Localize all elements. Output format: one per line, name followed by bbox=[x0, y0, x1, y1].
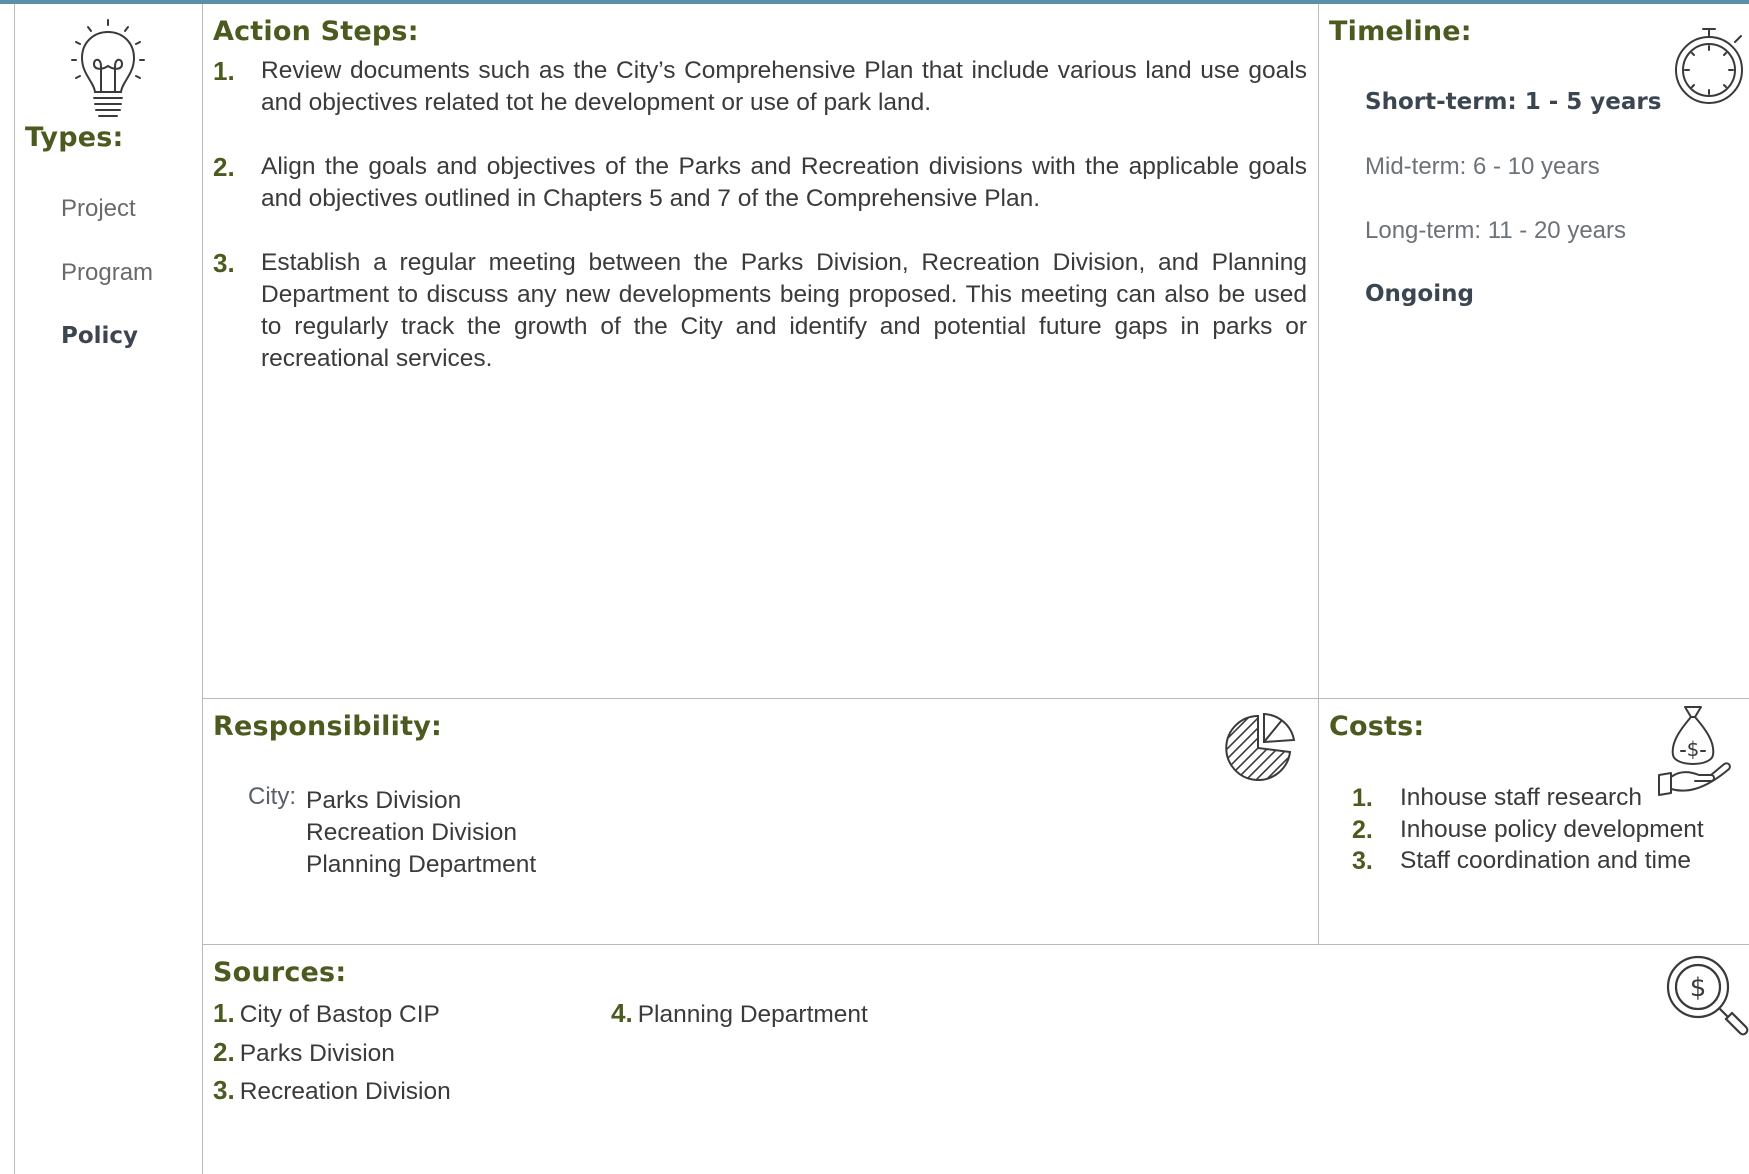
timeline-heading: Timeline: bbox=[1329, 16, 1472, 47]
type-project: Project bbox=[61, 195, 136, 222]
timeline-short-term: Short-term: 1 - 5 years bbox=[1365, 89, 1662, 115]
type-policy: Policy bbox=[61, 323, 139, 349]
source-item: 4. Planning Department bbox=[611, 998, 868, 1029]
source-text: City of Bastop CIP bbox=[239, 1001, 440, 1028]
costs-heading: Costs: bbox=[1329, 711, 1425, 742]
step-number: 3. bbox=[213, 248, 235, 278]
pie-chart-icon bbox=[1225, 712, 1296, 781]
sources-heading: Sources: bbox=[213, 957, 347, 988]
types-column-divider bbox=[202, 4, 203, 1174]
responsibility-city-label: City: bbox=[248, 783, 296, 810]
responsibility-item: Planning Department bbox=[306, 851, 537, 878]
cost-text: Inhouse staff research bbox=[1400, 784, 1642, 811]
source-text: Parks Division bbox=[239, 1040, 395, 1067]
action-steps-heading: Action Steps: bbox=[213, 16, 419, 47]
source-text: Planning Department bbox=[637, 1001, 868, 1028]
step-text: Align the goals and objectives of the Pa… bbox=[261, 153, 1307, 212]
search-dollar-icon: $ bbox=[1666, 955, 1749, 1036]
source-item: 1. City of Bastop CIP bbox=[213, 998, 440, 1029]
svg-text:$: $ bbox=[1690, 973, 1707, 1003]
responsibility-item: Recreation Division bbox=[306, 819, 518, 846]
svg-text:$: $ bbox=[1687, 737, 1700, 761]
top-accent-bar bbox=[0, 0, 1749, 4]
timeline-mid-term: Mid-term: 6 - 10 years bbox=[1365, 153, 1600, 180]
source-text: Recreation Division bbox=[239, 1078, 451, 1105]
source-number: 4. bbox=[611, 998, 633, 1028]
timeline-long-term: Long-term: 11 - 20 years bbox=[1365, 217, 1627, 244]
source-item: 3. Recreation Division bbox=[213, 1075, 451, 1106]
responsibility-heading: Responsibility: bbox=[213, 711, 442, 742]
responsibility-bottom-divider bbox=[202, 944, 1749, 945]
left-margin-divider bbox=[14, 4, 15, 1174]
cost-number: 3. bbox=[1352, 847, 1373, 875]
action-steps-bottom-divider bbox=[202, 698, 1749, 699]
money-bag-hand-icon: $ bbox=[1658, 706, 1731, 796]
cost-number: 1. bbox=[1352, 784, 1373, 812]
responsibility-item: Parks Division bbox=[306, 787, 462, 814]
source-number: 3. bbox=[213, 1075, 235, 1105]
stopwatch-icon bbox=[1675, 28, 1743, 104]
cost-text: Inhouse policy development bbox=[1400, 816, 1704, 843]
cost-number: 2. bbox=[1352, 816, 1373, 844]
types-heading: Types: bbox=[25, 122, 124, 153]
timeline-ongoing: Ongoing bbox=[1365, 281, 1474, 307]
timeline-column-divider bbox=[1318, 4, 1319, 945]
cost-text: Staff coordination and time bbox=[1400, 847, 1692, 874]
step-number: 2. bbox=[213, 152, 235, 182]
type-program: Program bbox=[61, 259, 154, 286]
step-number: 1. bbox=[213, 56, 235, 86]
source-item: 2. Parks Division bbox=[213, 1037, 395, 1068]
lightbulb-icon bbox=[71, 19, 145, 117]
step-text: Establish a regular meeting between the … bbox=[261, 249, 1307, 372]
source-number: 1. bbox=[213, 998, 235, 1028]
source-number: 2. bbox=[213, 1037, 235, 1067]
step-text: Review documents such as the City’s Comp… bbox=[261, 57, 1307, 116]
